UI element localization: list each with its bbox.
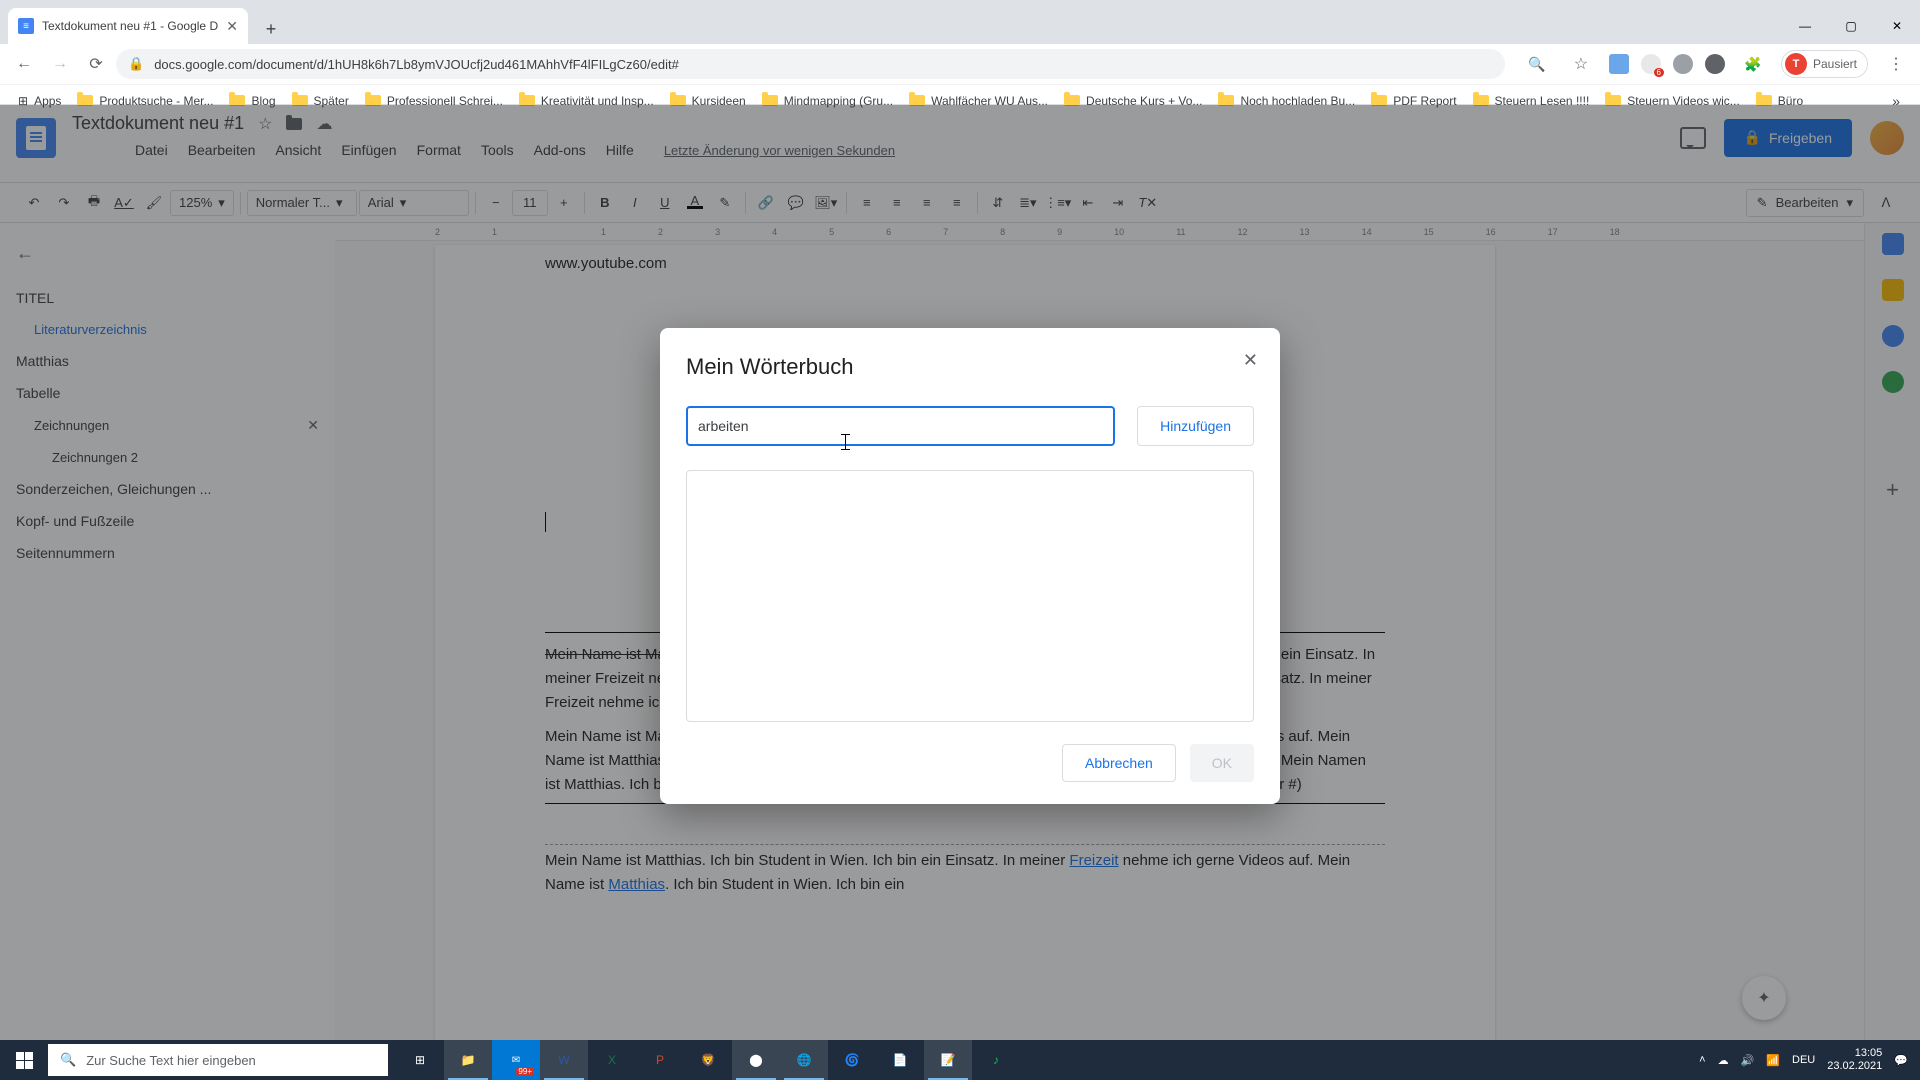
volume-icon[interactable]: 🔊 [1741, 1054, 1755, 1067]
wifi-icon[interactable]: 📶 [1766, 1054, 1780, 1067]
browser-tab[interactable]: ≡ Textdokument neu #1 - Google D ✕ [8, 8, 248, 44]
search-icon: 🔍 [60, 1052, 76, 1068]
task-view-icon[interactable]: ⊞ [396, 1040, 444, 1080]
dictionary-dialog: Mein Wörterbuch ✕ Hinzufügen Abbrechen O… [660, 328, 1280, 804]
dictionary-list[interactable] [686, 470, 1254, 722]
language-indicator[interactable]: DEU [1792, 1054, 1815, 1066]
back-button[interactable]: ← [8, 48, 40, 80]
system-tray: ˄ ☁ 🔊 📶 DEU 13:05 23.02.2021 💬 [1687, 1047, 1920, 1073]
file-explorer-icon[interactable]: 📁 [444, 1040, 492, 1080]
notifications-icon[interactable]: 💬 [1894, 1054, 1908, 1067]
windows-taskbar: 🔍 Zur Suche Text hier eingeben ⊞ 📁 ✉99+ … [0, 1040, 1920, 1080]
docs-favicon: ≡ [18, 18, 34, 34]
cancel-button[interactable]: Abbrechen [1062, 744, 1176, 782]
extension-icon[interactable] [1673, 54, 1693, 74]
extension-icon[interactable] [1705, 54, 1725, 74]
new-tab-button[interactable]: + [256, 14, 286, 44]
tab-title: Textdokument neu #1 - Google D [42, 19, 218, 33]
spotify-app-icon[interactable]: ♪ [972, 1040, 1020, 1080]
powerpoint-app-icon[interactable]: P [636, 1040, 684, 1080]
bookmark-star-icon[interactable]: ☆ [1565, 48, 1597, 80]
excel-app-icon[interactable]: X [588, 1040, 636, 1080]
forward-button[interactable]: → [44, 48, 76, 80]
extension-icon[interactable]: 6 [1641, 54, 1661, 74]
close-dialog-button[interactable]: ✕ [1243, 350, 1258, 371]
maximize-button[interactable]: ▢ [1828, 8, 1874, 44]
start-button[interactable] [0, 1040, 48, 1080]
brave-app-icon[interactable]: 🦁 [684, 1040, 732, 1080]
address-bar[interactable]: 🔒 docs.google.com/document/d/1hUH8k6h7Lb… [116, 49, 1505, 79]
chrome-menu-icon[interactable]: ⋮ [1880, 48, 1912, 80]
extension-icon[interactable] [1609, 54, 1629, 74]
taskbar-apps: ⊞ 📁 ✉99+ W X P 🦁 ⬤ 🌐 🌀 📄 📝 ♪ [396, 1040, 1020, 1080]
profile-button[interactable]: T Pausiert [1781, 50, 1868, 78]
tray-expand-icon[interactable]: ˄ [1699, 1054, 1705, 1066]
close-tab-icon[interactable]: ✕ [226, 18, 238, 35]
reader-app-icon[interactable]: 📄 [876, 1040, 924, 1080]
word-app-icon[interactable]: W [540, 1040, 588, 1080]
obs-app-icon[interactable]: ⬤ [732, 1040, 780, 1080]
chrome-app-icon[interactable]: 🌐 [780, 1040, 828, 1080]
taskbar-search[interactable]: 🔍 Zur Suche Text hier eingeben [48, 1044, 388, 1076]
minimize-button[interactable]: — [1782, 8, 1828, 44]
text-cursor-icon [838, 433, 852, 451]
address-row: ← → ⟳ 🔒 docs.google.com/document/d/1hUH8… [0, 44, 1920, 84]
reload-button[interactable]: ⟳ [80, 48, 112, 80]
notepad-app-icon[interactable]: 📝 [924, 1040, 972, 1080]
mail-app-icon[interactable]: ✉99+ [492, 1040, 540, 1080]
lock-icon: 🔒 [128, 56, 144, 72]
taskbar-clock[interactable]: 13:05 23.02.2021 [1827, 1047, 1882, 1073]
browser-chrome: ≡ Textdokument neu #1 - Google D ✕ + — ▢… [0, 0, 1920, 105]
extensions-puzzle-icon[interactable]: 🧩 [1737, 48, 1769, 80]
dictionary-word-input[interactable] [686, 406, 1115, 446]
avatar-icon: T [1785, 53, 1807, 75]
extensions-row: 🔍 ☆ 6 🧩 T Pausiert ⋮ [1521, 48, 1912, 80]
edge-app-icon[interactable]: 🌀 [828, 1040, 876, 1080]
dialog-title: Mein Wörterbuch [686, 354, 1254, 380]
tab-strip: ≡ Textdokument neu #1 - Google D ✕ + — ▢… [0, 0, 1920, 44]
window-controls: — ▢ ✕ [1782, 8, 1920, 44]
zoom-icon[interactable]: 🔍 [1521, 48, 1553, 80]
add-word-button[interactable]: Hinzufügen [1137, 406, 1254, 446]
onedrive-icon[interactable]: ☁ [1718, 1054, 1729, 1067]
profile-status: Pausiert [1813, 57, 1857, 71]
ok-button[interactable]: OK [1190, 744, 1254, 782]
url-text: docs.google.com/document/d/1hUH8k6h7Lb8y… [154, 57, 679, 72]
close-window-button[interactable]: ✕ [1874, 8, 1920, 44]
